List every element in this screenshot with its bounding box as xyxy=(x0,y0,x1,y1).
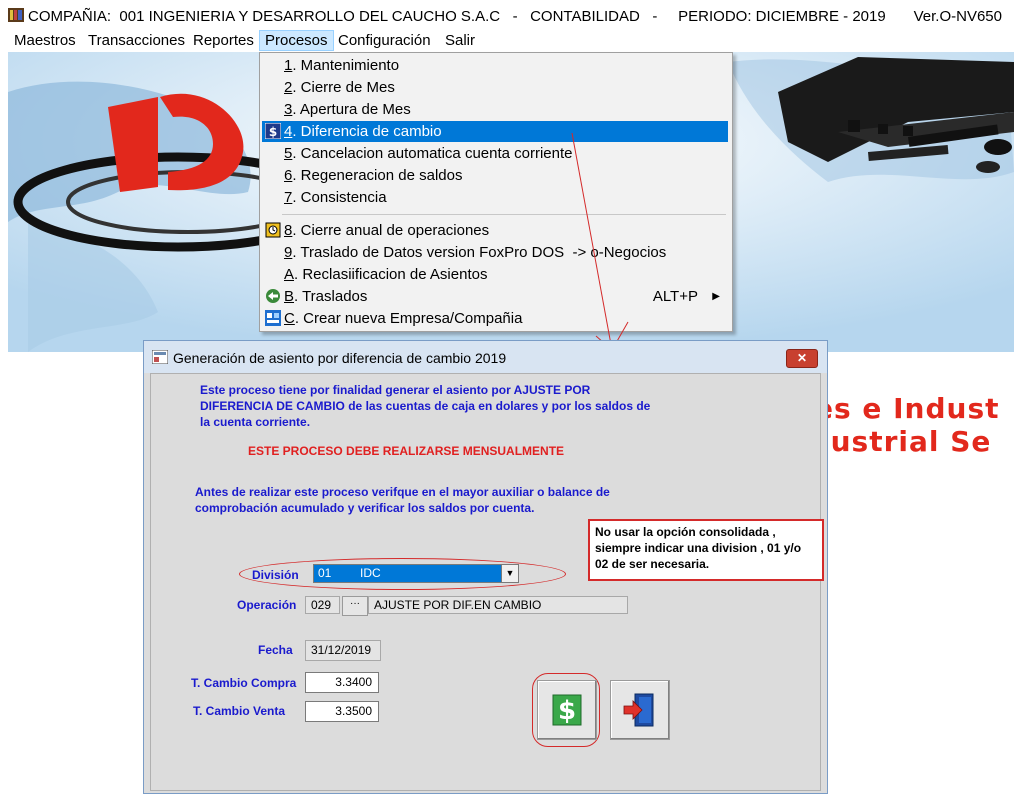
dialog-title: Generación de asiento por diferencia de … xyxy=(173,350,507,366)
diferencia-cambio-dialog: Generación de asiento por diferencia de … xyxy=(143,340,828,794)
division-code: 01 xyxy=(318,566,332,580)
exit-door-icon xyxy=(623,693,654,727)
operacion-lookup-button[interactable]: ··· xyxy=(342,596,368,616)
exit-button[interactable] xyxy=(610,680,670,740)
svg-text:$: $ xyxy=(558,696,576,726)
dialog-app-icon xyxy=(152,350,168,364)
consolidation-note: No usar la opción consolidada , siempre … xyxy=(588,519,824,581)
fecha-label: Fecha xyxy=(258,643,293,657)
tc-compra-input[interactable]: 3.3400 xyxy=(305,672,379,693)
instructions-text: Antes de realizar este proceso verifque … xyxy=(195,485,610,515)
fecha-field[interactable]: 31/12/2019 xyxy=(305,640,381,661)
process-button[interactable]: $ xyxy=(537,680,597,740)
division-label: División xyxy=(252,568,299,582)
division-select[interactable]: 01 IDC ▼ xyxy=(313,564,519,583)
intro-text: Este proceso tiene por finalidad generar… xyxy=(200,383,651,429)
operacion-label: Operación xyxy=(237,598,297,612)
dialog-title-bar: Generación de asiento por diferencia de … xyxy=(144,341,827,373)
division-name: IDC xyxy=(360,566,381,580)
dollar-icon: $ xyxy=(552,694,582,726)
close-button[interactable]: ✕ xyxy=(786,349,818,368)
chevron-down-icon[interactable]: ▼ xyxy=(501,565,518,582)
tc-compra-label: T. Cambio Compra xyxy=(191,676,297,690)
monthly-warning: ESTE PROCESO DEBE REALIZARSE MENSUALMENT… xyxy=(248,444,565,458)
operacion-description-field: AJUSTE POR DIF.EN CAMBIO xyxy=(368,596,628,614)
dialog-body: Este proceso tiene por finalidad generar… xyxy=(150,373,824,791)
tc-venta-label: T. Cambio Venta xyxy=(193,704,286,718)
operacion-code-field[interactable]: 029 xyxy=(305,596,340,614)
tc-venta-input[interactable]: 3.3500 xyxy=(305,701,379,722)
